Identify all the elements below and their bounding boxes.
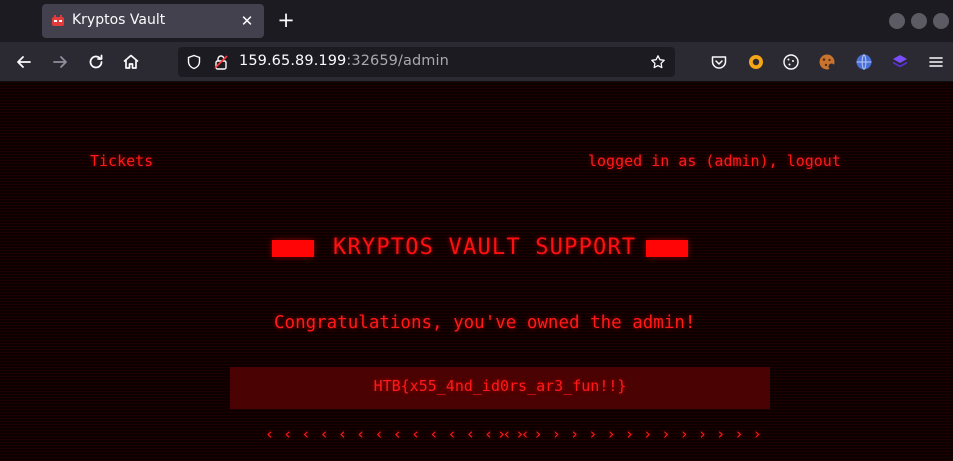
tab-bar: Kryptos Vault ✕ + bbox=[0, 0, 953, 42]
back-icon[interactable] bbox=[14, 52, 34, 72]
arrows-left: ‹ ‹ ‹ ‹ ‹ ‹ ‹ ‹ ‹ ‹ ‹ ‹ ‹ ‹ ‹ bbox=[265, 425, 530, 443]
extension-ring-icon[interactable] bbox=[747, 53, 765, 71]
tab-title: Kryptos Vault bbox=[72, 12, 166, 28]
login-status-text: logged in as (admin), bbox=[588, 152, 787, 170]
page-title: KRYPTOS VAULT SUPPORT bbox=[333, 235, 637, 260]
flag-text: HTB{x55_4nd_id0rs_ar3_fun!!} bbox=[373, 377, 627, 395]
address-bar[interactable]: 159.65.89.199:32659/admin bbox=[178, 47, 675, 77]
lock-warning-icon[interactable] bbox=[213, 54, 229, 70]
login-status: logged in as (admin), logout bbox=[588, 152, 841, 170]
window-minimize-button[interactable] bbox=[889, 13, 905, 29]
cookie-icon[interactable] bbox=[782, 53, 800, 71]
page-content: Tickets logged in as (admin), logout KRY… bbox=[0, 82, 953, 461]
new-tab-button[interactable]: + bbox=[274, 8, 298, 32]
layers-icon[interactable] bbox=[891, 53, 909, 71]
title-bar-left bbox=[272, 240, 314, 257]
window-maximize-button[interactable] bbox=[911, 13, 927, 29]
home-icon[interactable] bbox=[121, 52, 141, 72]
tab-close-icon[interactable]: ✕ bbox=[238, 12, 256, 30]
url-text[interactable]: 159.65.89.199:32659/admin bbox=[239, 53, 449, 69]
flag-box: HTB{x55_4nd_id0rs_ar3_fun!!} bbox=[230, 367, 770, 409]
cookie-editor-icon[interactable] bbox=[818, 53, 836, 71]
tickets-link[interactable]: Tickets bbox=[90, 152, 153, 170]
arrows-right: › › › › › › › › › › › › › › › bbox=[497, 425, 762, 443]
reload-icon[interactable] bbox=[86, 52, 106, 72]
menu-icon[interactable] bbox=[927, 53, 945, 71]
kryptos-favicon-icon bbox=[52, 15, 64, 26]
forward-icon[interactable] bbox=[50, 52, 70, 72]
bookmark-star-icon[interactable] bbox=[650, 54, 666, 70]
globe-icon[interactable] bbox=[855, 53, 873, 71]
browser-tab[interactable]: Kryptos Vault ✕ bbox=[42, 4, 264, 38]
window-close-button[interactable] bbox=[933, 13, 949, 29]
navigation-toolbar: 159.65.89.199:32659/admin bbox=[0, 42, 953, 82]
title-bar-right bbox=[646, 240, 688, 257]
logout-link[interactable]: logout bbox=[787, 152, 841, 170]
shield-icon[interactable] bbox=[186, 54, 202, 70]
url-path: :32659/admin bbox=[346, 53, 449, 69]
url-host: 159.65.89.199 bbox=[239, 53, 347, 69]
congrats-message: Congratulations, you've owned the admin! bbox=[274, 313, 696, 333]
pocket-icon[interactable] bbox=[710, 53, 728, 71]
